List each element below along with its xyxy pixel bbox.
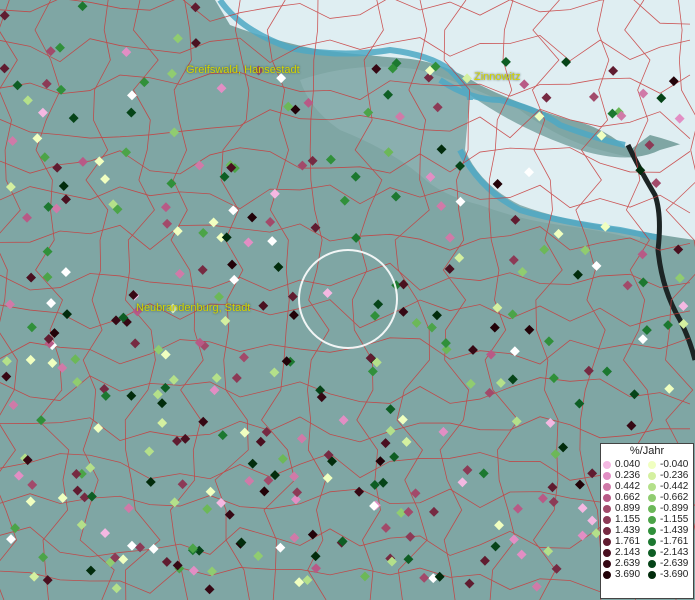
legend-positive-swatch <box>603 493 611 502</box>
legend-negative-label: -0.236 <box>660 470 689 481</box>
legend-positive-swatch <box>603 460 611 469</box>
legend-negative-label: -0.662 <box>660 492 689 503</box>
legend-positive-column: 0.040 0.236 0.442 0.662 0.899 1.155 1.439 1.761… <box>603 459 648 580</box>
legend-positive-label: 0.040 <box>615 459 641 470</box>
legend-negative-label: -2.639 <box>660 558 689 569</box>
legend-positive-row: 0.236 <box>603 470 648 481</box>
legend-negative-label: -1.155 <box>660 514 689 525</box>
legend-negative-swatch <box>648 471 656 480</box>
legend-negative-swatch <box>648 570 656 579</box>
legend-negative-label: -1.439 <box>660 525 689 536</box>
legend-positive-row: 2.639 <box>603 558 648 569</box>
place-label-zinnowitz: Zinnowitz <box>474 71 521 83</box>
legend-negative-row: -0.040 <box>648 459 693 470</box>
legend-negative-row: -1.439 <box>648 525 693 536</box>
legend-positive-label: 3.690 <box>615 569 641 580</box>
place-label-greifswald: Greifswald, Hansestadt <box>186 64 300 76</box>
legend-positive-swatch <box>603 537 611 546</box>
legend-negative-swatch <box>648 482 656 491</box>
legend-positive-label: 1.155 <box>615 514 641 525</box>
legend-title: %/Jahr <box>629 445 665 457</box>
legend-positive-label: 0.662 <box>615 492 641 503</box>
legend-negative-row: -3.690 <box>648 569 693 580</box>
legend-positive-swatch <box>603 482 611 491</box>
legend-negative-swatch <box>648 493 656 502</box>
legend-negative-row: -0.236 <box>648 470 693 481</box>
legend-positive-row: 0.040 <box>603 459 648 470</box>
legend-negative-label: -0.442 <box>660 481 689 492</box>
legend-positive-swatch <box>603 471 611 480</box>
legend-negative-label: -3.690 <box>660 569 689 580</box>
legend-positive-swatch <box>603 515 611 524</box>
legend-positive-row: 1.155 <box>603 514 648 525</box>
legend-positive-label: 2.639 <box>615 558 641 569</box>
legend: %/Jahr 0.040 0.236 0.442 0.662 0.899 1.155 1.4… <box>600 443 694 599</box>
legend-negative-row: -2.143 <box>648 547 693 558</box>
legend-negative-swatch <box>648 526 656 535</box>
legend-positive-row: 0.899 <box>603 503 648 514</box>
legend-positive-row: 1.761 <box>603 536 648 547</box>
legend-positive-swatch <box>603 570 611 579</box>
legend-negative-label: -2.143 <box>660 547 689 558</box>
legend-positive-label: 0.236 <box>615 470 641 481</box>
legend-negative-row: -1.155 <box>648 514 693 525</box>
legend-negative-swatch <box>648 504 656 513</box>
legend-positive-swatch <box>603 548 611 557</box>
legend-negative-row: -0.442 <box>648 481 693 492</box>
map-canvas[interactable] <box>0 0 695 600</box>
legend-negative-row: -0.899 <box>648 503 693 514</box>
legend-negative-column: -0.040 -0.236 -0.442 -0.662 -0.899 -1.155 -1.4… <box>648 459 693 580</box>
legend-positive-row: 3.690 <box>603 569 648 580</box>
place-label-neubrandenburg: Neubrandenburg, Stadt <box>136 302 251 314</box>
legend-positive-label: 1.439 <box>615 525 641 536</box>
legend-positive-swatch <box>603 504 611 513</box>
legend-negative-row: -1.761 <box>648 536 693 547</box>
legend-positive-label: 0.442 <box>615 481 641 492</box>
legend-negative-swatch <box>648 537 656 546</box>
legend-positive-row: 2.143 <box>603 547 648 558</box>
legend-negative-swatch <box>648 559 656 568</box>
legend-negative-label: -0.899 <box>660 503 689 514</box>
legend-positive-swatch <box>603 559 611 568</box>
legend-positive-row: 0.442 <box>603 481 648 492</box>
legend-negative-swatch <box>648 460 656 469</box>
legend-positive-row: 1.439 <box>603 525 648 536</box>
legend-negative-swatch <box>648 548 656 557</box>
legend-negative-label: -1.761 <box>660 536 689 547</box>
legend-positive-label: 0.899 <box>615 503 641 514</box>
legend-positive-row: 0.662 <box>603 492 648 503</box>
legend-negative-swatch <box>648 515 656 524</box>
legend-negative-row: -0.662 <box>648 492 693 503</box>
legend-positive-swatch <box>603 526 611 535</box>
legend-negative-row: -2.639 <box>648 558 693 569</box>
legend-positive-label: 1.761 <box>615 536 641 547</box>
legend-negative-label: -0.040 <box>660 459 689 470</box>
legend-positive-label: 2.143 <box>615 547 641 558</box>
